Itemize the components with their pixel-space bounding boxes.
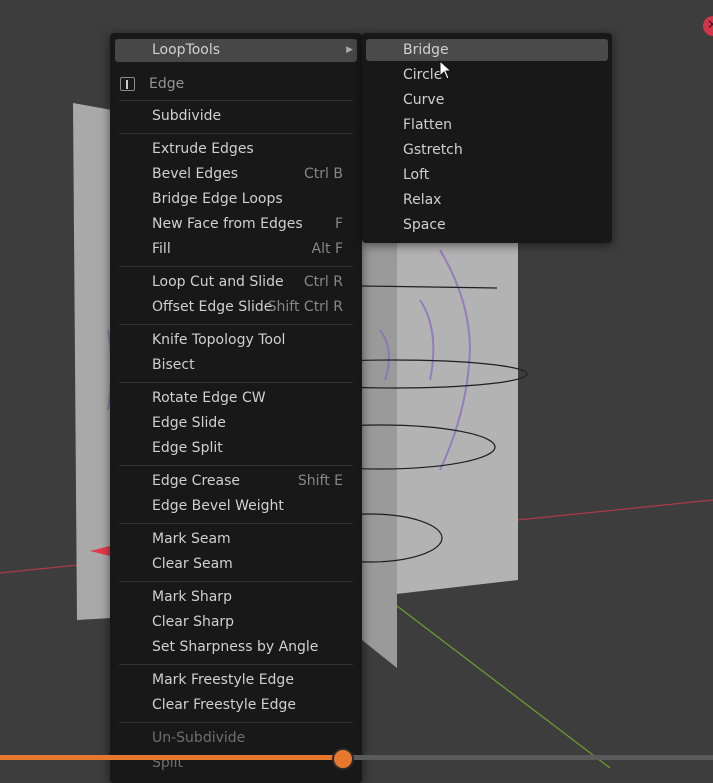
menu-item-label: Clear Freestyle Edge <box>152 697 297 713</box>
submenu-item-label: Loft <box>403 167 430 183</box>
submenu-arrow-icon: ▶ <box>346 45 353 55</box>
menu-item-bevel-edges[interactable]: Bevel Edges Ctrl B <box>115 163 357 186</box>
menu-separator <box>119 664 353 665</box>
menu-item-label: Un-Subdivide <box>152 730 246 746</box>
menu-item-label: Edge Split <box>152 440 223 456</box>
menu-separator <box>119 722 353 723</box>
reference-image-plane-front <box>362 188 397 668</box>
menu-item-knife-topology-tool[interactable]: Knife Topology Tool <box>115 329 357 352</box>
menu-item-looptools[interactable]: LoopTools ▶ <box>115 39 357 62</box>
edge-context-menu: LoopTools ▶ Edge Subdivide Extrude Edges B… <box>110 33 362 783</box>
menu-separator <box>119 523 353 524</box>
menu-item-extrude-edges[interactable]: Extrude Edges <box>115 138 357 161</box>
menu-item-label: Mark Freestyle Edge <box>152 672 294 688</box>
menu-item-label: New Face from Edges <box>152 216 303 232</box>
mouse-cursor-icon <box>439 60 453 80</box>
menu-item-label: Bisect <box>152 357 195 373</box>
menu-item-label: Loop Cut and Slide <box>152 274 284 290</box>
menu-item-label: Fill <box>152 241 171 257</box>
menu-item-clear-seam[interactable]: Clear Seam <box>115 553 357 576</box>
submenu-item-loft[interactable]: Loft <box>366 164 608 186</box>
menu-item-label: Edge Crease <box>152 473 241 489</box>
submenu-item-circle[interactable]: Circle <box>366 64 608 86</box>
submenu-item-label: Flatten <box>403 117 452 133</box>
menu-item-new-face-from-edges[interactable]: New Face from Edges F <box>115 213 357 236</box>
menu-item-bisect[interactable]: Bisect <box>115 354 357 377</box>
menu-item-label: Subdivide <box>152 108 222 124</box>
edge-select-icon <box>120 77 135 91</box>
menu-item-bridge-edge-loops[interactable]: Bridge Edge Loops <box>115 188 357 211</box>
submenu-item-label: Curve <box>403 92 445 108</box>
menu-item-label: Clear Sharp <box>152 614 235 630</box>
menu-item-label: Offset Edge Slide <box>152 299 273 315</box>
menu-item-mark-seam[interactable]: Mark Seam <box>115 528 357 551</box>
menu-item-loop-cut-and-slide[interactable]: Loop Cut and Slide Ctrl R <box>115 271 357 294</box>
menu-separator <box>119 266 353 267</box>
submenu-item-curve[interactable]: Curve <box>366 89 608 111</box>
menu-item-label: Knife Topology Tool <box>152 332 286 348</box>
submenu-item-bridge[interactable]: Bridge <box>366 39 608 61</box>
menu-item-edge-split[interactable]: Edge Split <box>115 437 357 460</box>
menu-item-label: Set Sharpness by Angle <box>152 639 319 655</box>
looptools-submenu: Bridge Circle Curve Flatten Gstretch Loft Rela… <box>362 33 612 243</box>
submenu-item-label: Space <box>403 217 446 233</box>
menu-item-clear-sharp[interactable]: Clear Sharp <box>115 611 357 634</box>
menu-item-label: Extrude Edges <box>152 141 254 157</box>
menu-item-edge-slide[interactable]: Edge Slide <box>115 412 357 435</box>
reference-image-plane-left <box>73 103 112 620</box>
menu-item-un-subdivide: Un-Subdivide <box>115 727 357 750</box>
menu-item-rotate-edge-cw[interactable]: Rotate Edge CW <box>115 387 357 410</box>
menu-separator <box>119 382 353 383</box>
menu-item-subdivide[interactable]: Subdivide <box>115 105 357 128</box>
menu-item-label: Bevel Edges <box>152 166 238 182</box>
menu-item-label: Rotate Edge CW <box>152 390 266 406</box>
menu-item-shortcut: Alt F <box>311 241 343 257</box>
menu-item-label: Bridge Edge Loops <box>152 191 283 207</box>
menu-separator <box>119 100 353 101</box>
menu-item-mark-freestyle-edge[interactable]: Mark Freestyle Edge <box>115 669 357 692</box>
submenu-item-space[interactable]: Space <box>366 214 608 236</box>
menu-item-shortcut: Ctrl B <box>304 166 343 182</box>
menu-item-label: Clear Seam <box>152 556 233 572</box>
menu-item-shortcut: Ctrl R <box>303 274 343 290</box>
menu-item-edge-crease[interactable]: Edge Crease Shift E <box>115 470 357 493</box>
menu-item-clear-freestyle-edge[interactable]: Clear Freestyle Edge <box>115 694 357 717</box>
menu-item-offset-edge-slide[interactable]: Offset Edge Slide Shift Ctrl R <box>115 296 357 319</box>
submenu-item-relax[interactable]: Relax <box>366 189 608 211</box>
menu-title-label: Edge <box>149 76 185 92</box>
menu-separator <box>119 133 353 134</box>
menu-item-label: Mark Seam <box>152 531 231 547</box>
submenu-item-label: Bridge <box>403 42 449 58</box>
submenu-item-gstretch[interactable]: Gstretch <box>366 139 608 161</box>
menu-item-shortcut: Shift E <box>297 473 343 489</box>
menu-item-label: Edge Bevel Weight <box>152 498 284 514</box>
menu-item-set-sharpness-by-angle[interactable]: Set Sharpness by Angle <box>115 636 357 659</box>
menu-separator <box>119 465 353 466</box>
menu-item-shortcut: Shift Ctrl R <box>267 299 343 315</box>
submenu-item-flatten[interactable]: Flatten <box>366 114 608 136</box>
menu-item-label: Mark Sharp <box>152 589 232 605</box>
menu-item-edge-bevel-weight[interactable]: Edge Bevel Weight <box>115 495 357 518</box>
submenu-item-label: Gstretch <box>403 142 463 158</box>
menu-separator <box>119 324 353 325</box>
menu-item-label: Edge Slide <box>152 415 226 431</box>
menu-item-fill[interactable]: Fill Alt F <box>115 238 357 261</box>
menu-separator <box>119 581 353 582</box>
menu-item-mark-sharp[interactable]: Mark Sharp <box>115 586 357 609</box>
menu-item-shortcut: F <box>334 216 343 232</box>
submenu-item-label: Circle <box>403 67 443 83</box>
timeline-progress <box>0 755 343 760</box>
submenu-item-label: Relax <box>403 192 442 208</box>
menu-item-label: LoopTools <box>152 42 221 58</box>
